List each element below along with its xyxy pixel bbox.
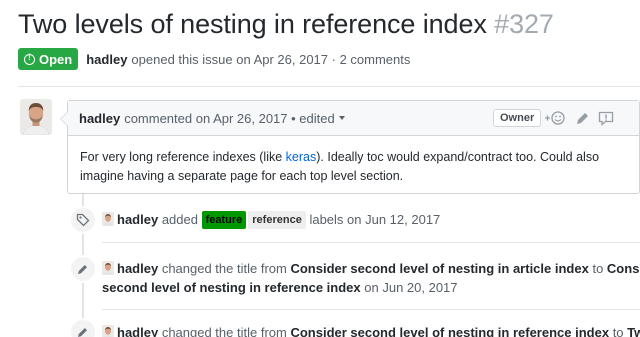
mini-avatar-icon[interactable] (102, 261, 114, 275)
timeline-divider (102, 309, 640, 310)
issue-author-link[interactable]: hadley (86, 52, 127, 67)
issue-meta: Open hadley opened this issue on Apr 26,… (18, 48, 410, 70)
event-date[interactable]: on Jun 20, 2017 (364, 280, 457, 295)
comment-box: hadley commented on Apr 26, 2017 • edite… (60, 100, 640, 194)
owner-badge: Owner (493, 109, 542, 127)
state-label: Open (39, 51, 73, 67)
event-text-a: changed the title from (161, 325, 287, 337)
event-text-b: to (612, 325, 624, 337)
avatar-image (20, 99, 52, 135)
timeline-divider (102, 242, 640, 243)
opened-text: opened this issue on Apr 26, 2017 · 2 co… (131, 51, 411, 67)
event-text-a: changed the title from (161, 261, 287, 276)
new-title-line1: Consider (606, 261, 640, 276)
event-renamed: hadley changed the title from Consider s… (102, 259, 640, 297)
comment-body-text-1: For very long reference indexes (like (80, 150, 286, 164)
comment-body: For very long reference indexes (like ke… (68, 136, 639, 186)
avatar[interactable] (20, 99, 52, 135)
header-divider (18, 86, 640, 87)
edit-pencil-icon[interactable] (575, 110, 589, 129)
issue-title-text: Two levels of nesting in reference index (18, 9, 487, 39)
new-title-partial: Two (627, 325, 640, 337)
tag-icon (69, 206, 97, 234)
old-title: Consider second level of nesting in refe… (290, 325, 610, 337)
old-title: Consider second level of nesting in arti… (290, 261, 589, 276)
event-author[interactable]: hadley (117, 325, 158, 337)
issue-number: #327 (494, 9, 554, 39)
issue-opened-icon (24, 52, 35, 65)
label-reference[interactable]: reference (248, 211, 306, 229)
add-reaction-icon[interactable] (544, 110, 566, 129)
mini-avatar-icon[interactable] (102, 325, 114, 337)
event-text-b: to (592, 261, 604, 276)
event-author[interactable]: hadley (117, 261, 158, 276)
mini-avatar-icon[interactable] (102, 212, 114, 226)
pencil-icon (69, 318, 97, 337)
event-suffix: labels on Jun 12, 2017 (309, 212, 441, 227)
comment-author-link[interactable]: hadley (79, 111, 120, 126)
new-title-line2: second level of nesting in reference ind… (102, 280, 361, 295)
edited-dropdown-caret-icon[interactable] (338, 116, 345, 120)
issue-title: Two levels of nesting in reference index… (18, 9, 554, 40)
event-action: added (161, 212, 198, 227)
pencil-icon (69, 255, 97, 283)
event-labeled: hadley added feature reference labels on … (102, 210, 440, 229)
comment-header-text[interactable]: commented on Apr 26, 2017 • edited (124, 111, 335, 126)
state-badge: Open (18, 48, 79, 70)
event-author[interactable]: hadley (117, 212, 158, 227)
event-renamed: hadley changed the title from Consider s… (102, 323, 640, 337)
label-feature[interactable]: feature (201, 211, 247, 229)
keras-link[interactable]: keras (286, 150, 317, 164)
report-content-icon[interactable] (598, 110, 614, 129)
comment-header: hadley commented on Apr 26, 2017 • edite… (68, 101, 639, 136)
